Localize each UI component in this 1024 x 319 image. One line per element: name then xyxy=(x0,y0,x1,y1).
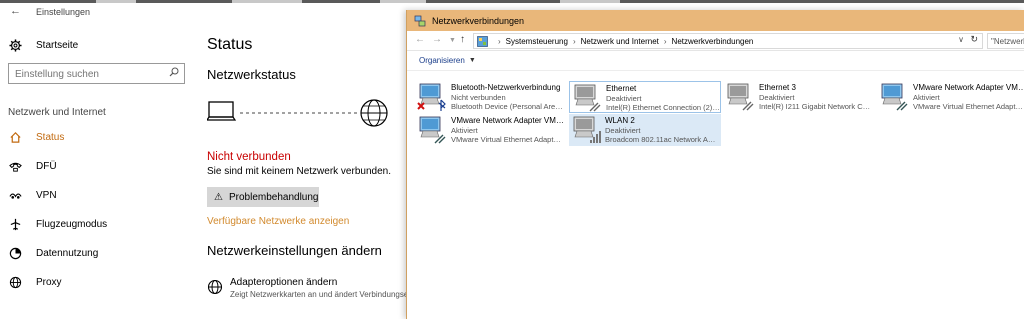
connection-device: Intel(R) Ethernet Connection (2) I... xyxy=(606,103,720,113)
network-status-heading: Netzwerkstatus xyxy=(207,67,296,82)
connection-name: WLAN 2 xyxy=(605,116,635,125)
organize-menu[interactable]: Organisieren xyxy=(419,56,465,65)
connection-item[interactable]: VMware Network Adapter VMnet1 Aktiviert … xyxy=(877,81,1024,113)
nav-airplane-label: Flugzeugmodus xyxy=(36,218,108,230)
explorer-search-field[interactable]: "Netzwerk xyxy=(987,33,1024,49)
connection-status: Deaktiviert xyxy=(606,93,642,103)
globe-icon xyxy=(360,99,388,127)
connection-status-text: Nicht verbunden xyxy=(207,151,291,163)
address-dropdown-icon[interactable]: ∨ xyxy=(958,35,964,44)
nav-airplane[interactable]: Flugzeugmodus xyxy=(8,213,107,235)
connection-name: Ethernet xyxy=(606,84,637,93)
control-panel-icon xyxy=(477,35,488,47)
breadcrumb-separator-icon: › xyxy=(572,36,576,46)
refresh-icon[interactable]: ↻ xyxy=(970,34,978,45)
connections-list: Bluetooth-Netzwerkverbindung Nicht verbu… xyxy=(407,71,1024,318)
up-icon[interactable]: ↑ xyxy=(460,34,465,45)
nav-dfu[interactable]: DFÜ xyxy=(8,155,57,177)
troubleshoot-button[interactable]: ⚠ Problembehandlung xyxy=(207,187,319,207)
connection-item[interactable]: Ethernet Deaktiviert Intel(R) Ethernet C… xyxy=(569,81,721,113)
nav-home-label: Startseite xyxy=(36,39,79,51)
breadcrumb-item[interactable]: Netzwerkverbindungen xyxy=(672,37,754,46)
ethernet-adapter-icon xyxy=(417,115,447,145)
search-icon[interactable] xyxy=(169,67,179,80)
bluetooth-adapter-icon xyxy=(417,82,447,112)
house-icon xyxy=(8,130,22,144)
breadcrumb-separator-icon: › xyxy=(498,36,501,46)
connection-device: VMware Virtual Ethernet Adapter ... xyxy=(913,102,1024,112)
vpn-icon xyxy=(8,188,22,202)
explorer-window-title: Netzwerkverbindungen xyxy=(432,15,525,26)
connection-device: Broadcom 802.11ac Network Ada... xyxy=(605,135,719,145)
available-networks-link[interactable]: Verfügbare Netzwerke anzeigen xyxy=(207,216,349,227)
nav-vpn[interactable]: VPN xyxy=(8,184,57,206)
nav-section-label: Netzwerk und Internet xyxy=(8,107,106,118)
network-connections-window: Netzwerkverbindungen ← → ▼ ↑ › Systemste… xyxy=(406,10,1024,319)
wifi-adapter-icon xyxy=(571,115,601,145)
globe-icon xyxy=(8,275,22,289)
adapter-options-desc: Zeigt Netzwerkkarten an und ändert Verbi… xyxy=(230,290,409,299)
airplane-icon xyxy=(8,217,22,231)
adapter-options-title: Adapteroptionen ändern xyxy=(230,277,338,288)
network-connections-icon xyxy=(414,15,426,27)
nav-vpn-label: VPN xyxy=(36,189,57,201)
back-icon[interactable]: ← xyxy=(415,34,425,45)
address-toolbar: ← → ▼ ↑ › Systemsteuerung › Netzwerk und… xyxy=(407,31,1024,51)
back-arrow-icon[interactable]: ← xyxy=(10,5,21,17)
connection-status: Aktiviert xyxy=(451,125,478,135)
connection-status: Aktiviert xyxy=(913,92,940,102)
settings-search-input[interactable] xyxy=(9,65,159,84)
connection-item[interactable]: VMware Network Adapter VMnet8 Aktiviert … xyxy=(415,114,567,146)
change-settings-heading: Netzwerkeinstellungen ändern xyxy=(207,243,382,258)
explorer-title-bar: Netzwerkverbindungen xyxy=(407,10,1024,31)
command-bar: Organisieren ▼ xyxy=(407,51,1024,71)
chevron-down-icon[interactable]: ▼ xyxy=(469,57,476,64)
nav-proxy[interactable]: Proxy xyxy=(8,271,62,293)
network-status-diagram xyxy=(205,98,397,138)
phone-icon xyxy=(8,159,22,173)
connection-status: Deaktiviert xyxy=(759,92,795,102)
nav-status-label: Status xyxy=(36,131,65,143)
connection-item[interactable]: WLAN 2 Deaktiviert Broadcom 802.11ac Net… xyxy=(569,114,721,146)
connection-device: Bluetooth Device (Personal Area ... xyxy=(451,102,565,112)
connection-name: VMware Network Adapter VMnet1 xyxy=(913,83,1024,92)
ethernet-adapter-icon xyxy=(879,82,909,112)
adapter-globe-icon xyxy=(207,279,223,295)
nav-data-usage[interactable]: Datennutzung xyxy=(8,242,98,264)
settings-search-field[interactable] xyxy=(8,63,185,84)
connection-item[interactable]: Ethernet 3 Deaktiviert Intel(R) I211 Gig… xyxy=(723,81,875,113)
recent-dropdown-icon[interactable]: ▼ xyxy=(449,37,456,44)
nav-data-usage-label: Datennutzung xyxy=(36,247,99,259)
adapter-options-link[interactable]: Adapteroptionen ändern Zeigt Netzwerkkar… xyxy=(207,277,408,299)
breadcrumb-item[interactable]: Netzwerk und Internet xyxy=(581,37,659,46)
address-bar[interactable]: › Systemsteuerung › Netzwerk und Interne… xyxy=(473,33,983,49)
laptop-icon xyxy=(205,101,237,121)
troubleshoot-label: Problembehandlung xyxy=(228,191,319,203)
warning-icon: ⚠ xyxy=(214,191,223,203)
settings-window-title: Einstellungen xyxy=(36,7,91,17)
gear-icon xyxy=(8,38,22,52)
connection-item[interactable]: Bluetooth-Netzwerkverbindung Nicht verbu… xyxy=(415,81,567,113)
connection-status: Deaktiviert xyxy=(605,125,641,135)
breadcrumb-separator-icon: › xyxy=(663,36,667,46)
connection-device: Intel(R) I211 Gigabit Network Con... xyxy=(759,102,873,112)
connection-name: VMware Network Adapter VMnet8 xyxy=(451,116,565,125)
data-usage-icon xyxy=(8,246,22,260)
nav-proxy-label: Proxy xyxy=(36,276,62,288)
ethernet-adapter-icon xyxy=(572,83,602,113)
ethernet-adapter-icon xyxy=(725,82,755,112)
breadcrumb-item[interactable]: Systemsteuerung xyxy=(506,37,568,46)
forward-icon[interactable]: → xyxy=(432,34,442,45)
connection-status: Nicht verbunden xyxy=(451,92,506,102)
nav-home[interactable]: Startseite xyxy=(8,34,78,56)
connection-device: VMware Virtual Ethernet Adapter ... xyxy=(451,135,565,145)
connection-status-subtext: Sie sind mit keinem Netzwerk verbunden. xyxy=(207,166,391,177)
page-title: Status xyxy=(207,36,253,53)
nav-status[interactable]: Status xyxy=(8,126,64,148)
connection-name: Bluetooth-Netzwerkverbindung xyxy=(451,83,561,92)
connection-name: Ethernet 3 xyxy=(759,83,796,92)
nav-dfu-label: DFÜ xyxy=(36,160,57,172)
